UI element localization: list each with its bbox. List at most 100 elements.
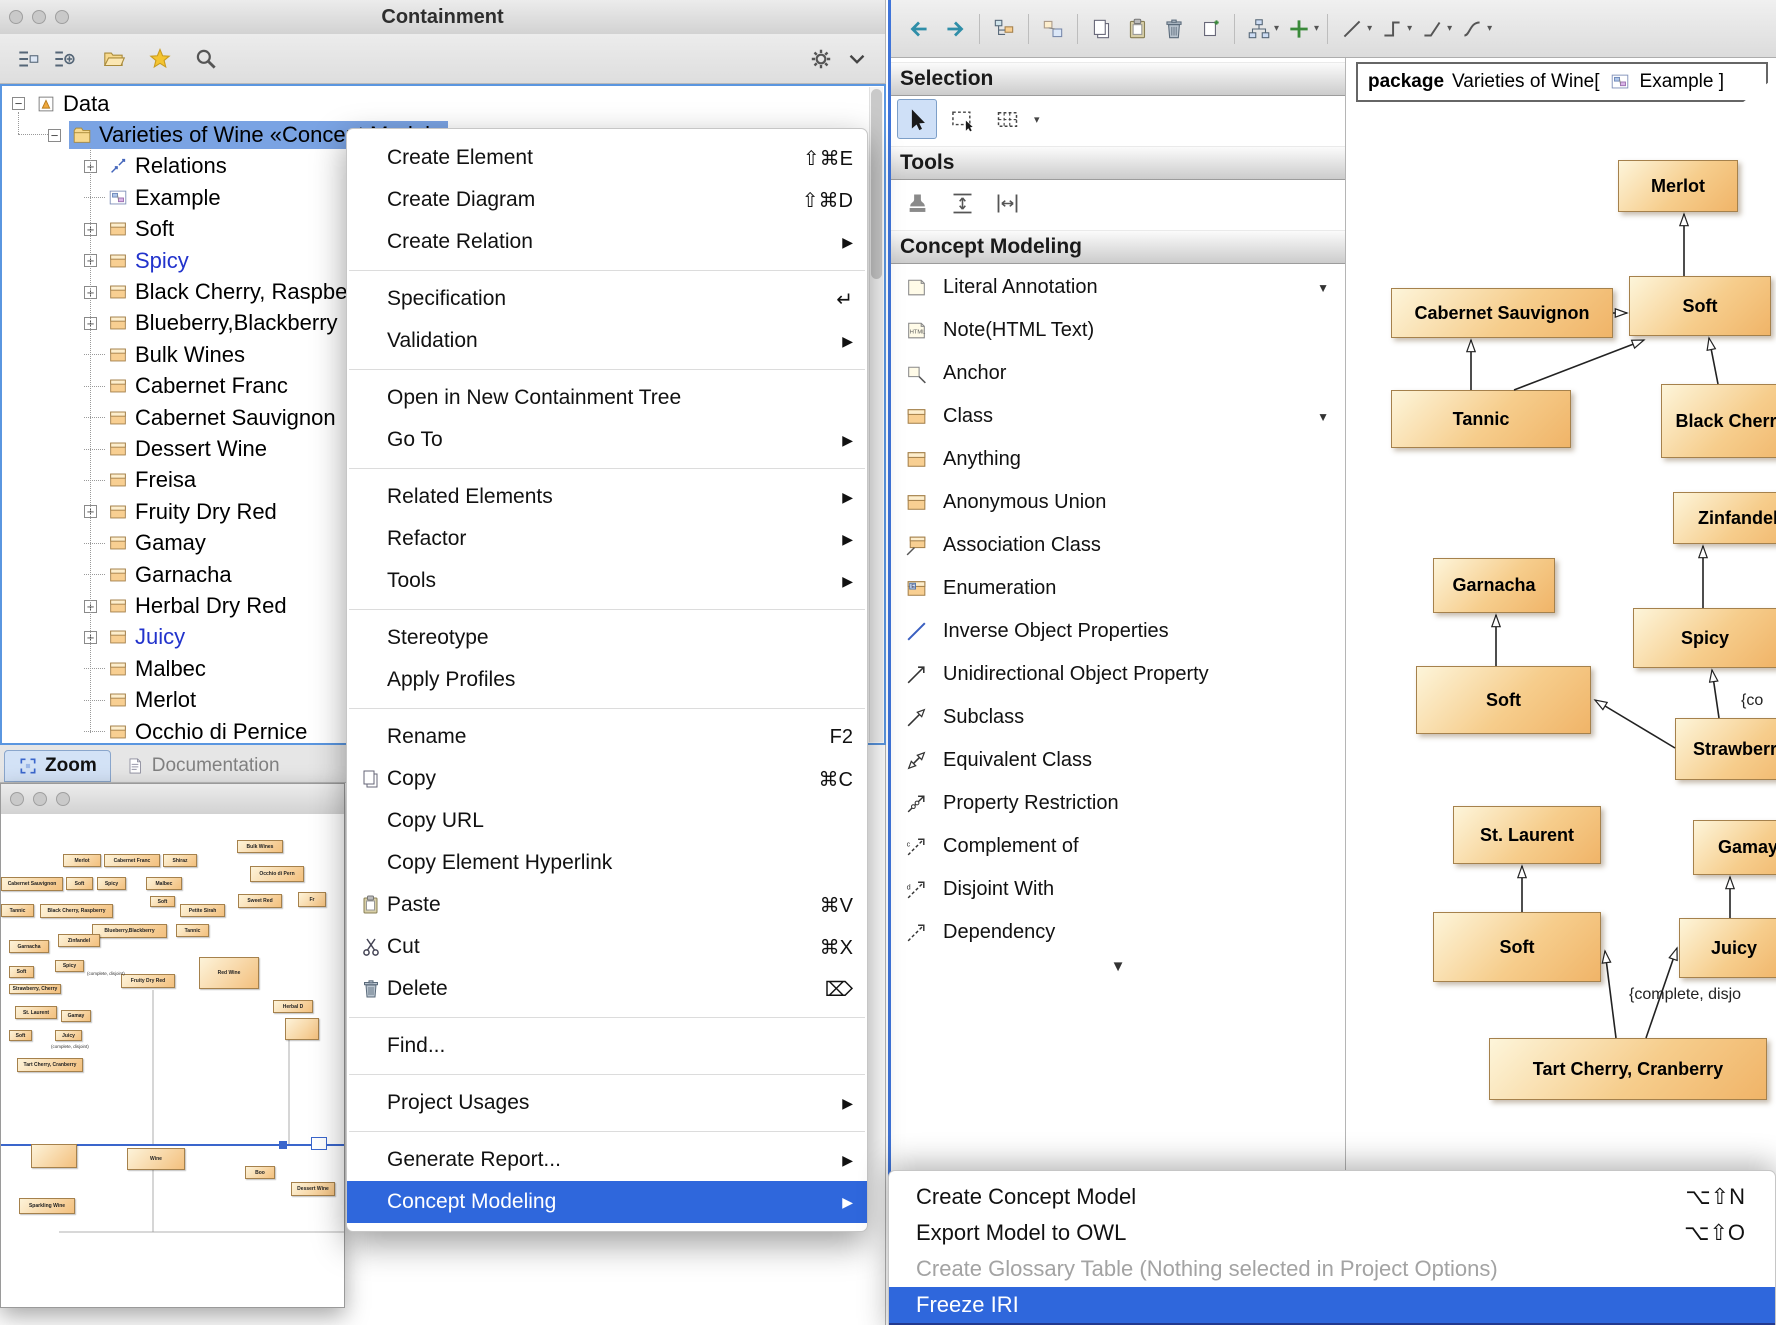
menu-item-rename[interactable]: RenameF2 bbox=[347, 716, 867, 758]
menu-item-find[interactable]: Find... bbox=[347, 1025, 867, 1067]
tree-item[interactable]: Garnacha bbox=[105, 561, 238, 589]
menu-item-paste[interactable]: Paste⌘V bbox=[347, 884, 867, 926]
tree-item[interactable]: Juicy bbox=[105, 623, 191, 651]
class-node-st-laurent[interactable]: St. Laurent bbox=[1453, 806, 1601, 864]
diagram-canvas[interactable]: MerlotCabernet SauvignonSoftTannicBlack … bbox=[1345, 0, 1776, 1325]
tree-item[interactable]: Data bbox=[33, 90, 115, 118]
menu-item-specification[interactable]: Specification↵ bbox=[347, 278, 867, 320]
navigate-back-button[interactable] bbox=[901, 11, 937, 47]
palette-item-subclass[interactable]: Subclass bbox=[893, 696, 1343, 739]
delete-button[interactable] bbox=[1156, 11, 1192, 47]
line-style-curved-button[interactable] bbox=[1454, 11, 1490, 47]
palette-item-unidirectional-object-property[interactable]: Unidirectional Object Property bbox=[893, 653, 1343, 696]
menu-item-refactor[interactable]: Refactor▶ bbox=[347, 518, 867, 560]
favorites-button[interactable] bbox=[142, 41, 178, 77]
class-node-strawberry[interactable]: Strawberry bbox=[1675, 718, 1776, 780]
line-style-rectilinear-dropdown[interactable]: ▾ bbox=[1407, 23, 1412, 34]
tree-scrollbar-thumb[interactable] bbox=[871, 89, 882, 279]
tree-item[interactable]: Blueberry,Blackberry bbox=[105, 309, 344, 337]
menu-item-delete[interactable]: Delete⌦ bbox=[347, 968, 867, 1010]
tree-item[interactable]: Malbec bbox=[105, 655, 212, 683]
tree-item[interactable]: Gamay bbox=[105, 529, 212, 557]
line-style-oblique-dropdown[interactable]: ▾ bbox=[1447, 23, 1452, 34]
palette-item-association-class[interactable]: Association Class bbox=[893, 524, 1343, 567]
menu-item-cut[interactable]: Cut⌘X bbox=[347, 926, 867, 968]
line-style-rectilinear-button[interactable] bbox=[1374, 11, 1410, 47]
tree-item[interactable]: Spicy bbox=[105, 247, 195, 275]
tree-item[interactable]: Cabernet Sauvignon bbox=[105, 404, 342, 432]
palette-item-anonymous-union[interactable]: Anonymous Union bbox=[893, 481, 1343, 524]
tree-item[interactable]: Freisa bbox=[105, 466, 202, 494]
class-node-tart-cherry-cranberry[interactable]: Tart Cherry, Cranberry bbox=[1489, 1038, 1767, 1100]
tree-row-data[interactable]: −Data bbox=[2, 88, 866, 119]
tree-item[interactable]: Fruity Dry Red bbox=[105, 498, 283, 526]
tree-expander[interactable]: − bbox=[12, 97, 25, 110]
palette-item-complement-of[interactable]: cComplement of bbox=[893, 825, 1343, 868]
add-element-dropdown[interactable]: ▾ bbox=[1314, 23, 1319, 34]
class-node-soft[interactable]: Soft bbox=[1416, 666, 1591, 734]
palette-item-anything[interactable]: Anything bbox=[893, 438, 1343, 481]
layout-hierarchy-dropdown[interactable]: ▾ bbox=[1274, 23, 1279, 34]
class-node-merlot[interactable]: Merlot bbox=[1618, 160, 1738, 212]
tab-zoom[interactable]: Zoom bbox=[4, 750, 111, 782]
tree-item[interactable]: Bulk Wines bbox=[105, 341, 251, 369]
tree-item[interactable]: Black Cherry, Raspberry bbox=[105, 278, 379, 306]
menu-item-concept-modeling[interactable]: Concept Modeling▶ bbox=[347, 1181, 867, 1223]
class-node-cabernet-sauvignon[interactable]: Cabernet Sauvignon bbox=[1391, 288, 1613, 338]
diagram-frame-header[interactable]: package Varieties of Wine[ Example ] bbox=[1356, 62, 1768, 102]
submenu-item-freeze-iri[interactable]: Freeze IRI bbox=[889, 1287, 1775, 1323]
menu-item-project-usages[interactable]: Project Usages▶ bbox=[347, 1082, 867, 1124]
line-style-diagonal-dropdown[interactable]: ▾ bbox=[1367, 23, 1372, 34]
palette-item-literal-annotation[interactable]: Literal Annotation▼ bbox=[893, 266, 1343, 309]
menu-item-copy-element-hyperlink[interactable]: Copy Element Hyperlink bbox=[347, 842, 867, 884]
menu-item-generate-report[interactable]: Generate Report...▶ bbox=[347, 1139, 867, 1181]
navigate-forward-button[interactable] bbox=[937, 11, 973, 47]
marquee-select-button[interactable] bbox=[942, 99, 982, 139]
menu-item-copy[interactable]: Copy⌘C bbox=[347, 758, 867, 800]
class-node-zinfandel[interactable]: Zinfandel bbox=[1673, 492, 1776, 544]
palette-item-note-html-text[interactable]: HTMLNote(HTML Text) bbox=[893, 309, 1343, 352]
submenu-item-create-glossary-table-nothing-selected-in-project-options[interactable]: Create Glossary Table (Nothing selected … bbox=[889, 1251, 1775, 1287]
tree-item[interactable]: Dessert Wine bbox=[105, 435, 273, 463]
tree-item[interactable]: Soft bbox=[105, 215, 180, 243]
submenu-item-export-model-to-owl[interactable]: Export Model to OWL⌥⇧O bbox=[889, 1215, 1775, 1251]
menu-item-apply-profiles[interactable]: Apply Profiles bbox=[347, 659, 867, 701]
grid-select-button[interactable] bbox=[987, 99, 1027, 139]
menu-item-related-elements[interactable]: Related Elements▶ bbox=[347, 476, 867, 518]
palette-scroll-down[interactable]: ▼ bbox=[891, 958, 1345, 975]
menu-item-open-in-new-containment-tree[interactable]: Open in New Containment Tree bbox=[347, 377, 867, 419]
tree-item[interactable]: Merlot bbox=[105, 686, 202, 714]
search-button[interactable] bbox=[188, 41, 224, 77]
class-node-soft[interactable]: Soft bbox=[1629, 276, 1771, 336]
minimize-button[interactable] bbox=[33, 792, 47, 806]
palette-item-enumeration[interactable]: EEnumeration bbox=[893, 567, 1343, 610]
zoom-minimap[interactable]: MerlotCabernet FrancShirazBulk WinesCabe… bbox=[1, 814, 344, 1307]
settings-dropdown-button[interactable] bbox=[839, 41, 875, 77]
open-project-button[interactable] bbox=[96, 41, 132, 77]
containment-tree-toggle-button[interactable] bbox=[986, 11, 1022, 47]
tree-expander[interactable]: − bbox=[48, 129, 61, 142]
palette-item-anchor[interactable]: Anchor bbox=[893, 352, 1343, 395]
class-node-gamay[interactable]: Gamay bbox=[1693, 820, 1776, 875]
select-cursor-button[interactable] bbox=[897, 99, 937, 139]
tree-item[interactable]: Cabernet Franc bbox=[105, 372, 294, 400]
menu-item-tools[interactable]: Tools▶ bbox=[347, 560, 867, 602]
maximize-button[interactable] bbox=[56, 792, 70, 806]
menu-item-copy-url[interactable]: Copy URL bbox=[347, 800, 867, 842]
palette-item-dependency[interactable]: Dependency bbox=[893, 911, 1343, 954]
line-style-oblique-button[interactable] bbox=[1414, 11, 1450, 47]
palette-item-dropdown-icon[interactable]: ▼ bbox=[1317, 410, 1329, 424]
menu-item-stereotype[interactable]: Stereotype bbox=[347, 617, 867, 659]
tree-item[interactable]: Relations bbox=[105, 152, 233, 180]
settings-gear-button[interactable] bbox=[803, 41, 839, 77]
stamp-tool-button[interactable] bbox=[897, 183, 937, 223]
close-button[interactable] bbox=[10, 792, 24, 806]
class-node-juicy[interactable]: Juicy bbox=[1679, 918, 1776, 978]
containment-options-button[interactable] bbox=[10, 41, 46, 77]
tree-item[interactable]: Occhio di Pernice bbox=[105, 718, 313, 745]
palette-item-class[interactable]: Class▼ bbox=[893, 395, 1343, 438]
class-node-spicy[interactable]: Spicy bbox=[1633, 608, 1776, 668]
class-node-black-cherry[interactable]: Black Cherry bbox=[1661, 384, 1776, 458]
menu-item-create-relation[interactable]: Create Relation▶ bbox=[347, 221, 867, 263]
palette-item-property-restriction[interactable]: Property Restriction bbox=[893, 782, 1343, 825]
